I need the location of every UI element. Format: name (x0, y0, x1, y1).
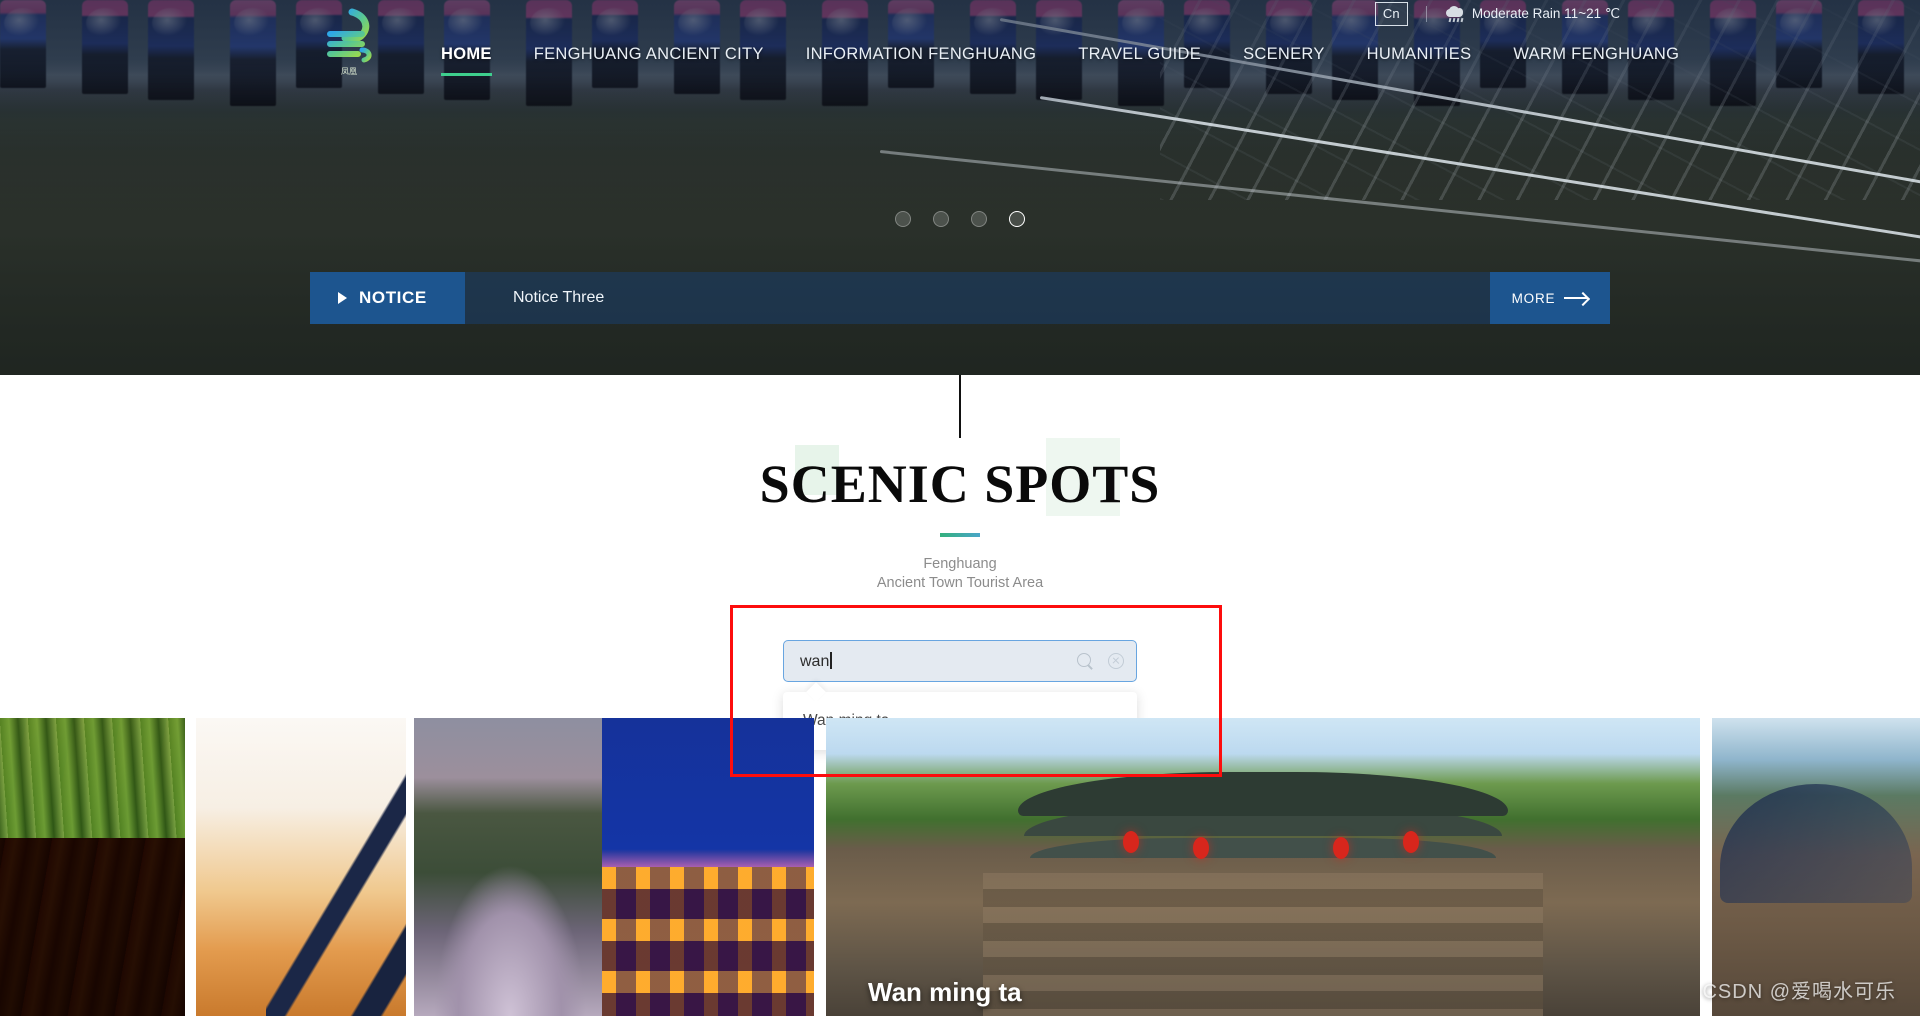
site-logo[interactable]: 凤凰 (312, 6, 386, 80)
subtitle-line-1: Fenghuang (923, 556, 997, 572)
carousel-dot-2[interactable] (933, 211, 949, 227)
cloud-rain-icon (1445, 6, 1465, 23)
carousel-dots (0, 211, 1920, 227)
main-navigation: 凤凰 HOME FENGHUANG ANCIENT CITY INFORMATION… (0, 8, 1920, 80)
nav-item-home[interactable]: HOME (420, 28, 513, 80)
text-caret (830, 651, 832, 669)
title-underline-rule (940, 533, 980, 537)
gallery-thumb-rainbow-bridge[interactable] (414, 718, 606, 1016)
scenic-title-wrap: SCENIC SPOTS Fenghuang Ancient Town Tour… (0, 438, 1920, 593)
nav-item-fenghuang-ancient-city[interactable]: FENGHUANG ANCIENT CITY (513, 28, 785, 80)
red-chili-peppers-image (0, 718, 185, 1016)
play-triangle-icon (338, 292, 347, 304)
watermark-text: CSDN @爱喝水可乐 (1702, 981, 1896, 1003)
subtitle-line-2: Ancient Town Tourist Area (876, 575, 1044, 591)
gallery-thumb-night-hotel-facade[interactable] (602, 718, 814, 1016)
svg-text:凤凰: 凤凰 (341, 67, 357, 76)
feature-caption: Wan ming ta (868, 977, 1022, 1007)
gallery-thumb-red-chili-peppers[interactable] (0, 718, 185, 1016)
gallery-feature-wan-ming-ta[interactable]: Wan ming ta (826, 718, 1700, 1016)
top-utility-bar: Cn Moderate Rain 11~21 ℃ (0, 0, 1920, 28)
rainbow-bridge-image (414, 718, 606, 1016)
gallery-thumb-ancient-street[interactable] (1712, 718, 1920, 1016)
lantern-icon (1193, 837, 1210, 860)
tower-wall-shape (983, 872, 1543, 1016)
nav-item-travel-guide[interactable]: TRAVEL GUIDE (1057, 28, 1222, 80)
nav-item-humanities[interactable]: HUMANITIES (1346, 28, 1493, 80)
wan-ming-ta-tower-image (826, 718, 1700, 1016)
arrow-right-icon (1564, 297, 1589, 299)
notice-more-label: MORE (1511, 290, 1556, 306)
nav-item-scenery[interactable]: SCENERY (1222, 28, 1346, 80)
notice-label-text: NOTICE (359, 288, 427, 307)
topbar-divider (1425, 6, 1427, 22)
lantern-icon (1332, 837, 1349, 860)
lantern-icon (1402, 831, 1419, 854)
weather-widget: Moderate Rain 11~21 ℃ (1445, 6, 1620, 23)
nav-item-information-fenghuang[interactable]: INFORMATION FENGHUANG (785, 28, 1058, 80)
gallery-thumb-pagoda-at-dawn[interactable] (196, 718, 406, 1016)
pagoda-at-dawn-image (196, 718, 406, 1016)
search-input-icons (1077, 652, 1124, 670)
search-input-value: wan (800, 652, 830, 670)
tower-roof-shape (1018, 771, 1508, 817)
nav-item-list: HOME FENGHUANG ANCIENT CITY INFORMATION FE… (420, 28, 1700, 80)
clear-circle-icon[interactable] (1108, 653, 1124, 669)
ancient-street-image (1712, 718, 1920, 1016)
scenic-gallery-strip: Wan ming ta CSDN @爱喝水可乐 (0, 718, 1920, 1016)
section-divider-line (959, 375, 961, 438)
weather-text: Moderate Rain 11~21 ℃ (1471, 6, 1620, 21)
lantern-icon (1123, 831, 1140, 854)
page-title: SCENIC SPOTS (759, 454, 1161, 514)
search-input-wrapper[interactable]: wan (783, 640, 1137, 682)
notice-label-block: NOTICE (310, 272, 465, 324)
search-input[interactable]: wan (800, 651, 832, 671)
nav-item-warm-fenghuang[interactable]: WARM FENGHUANG (1492, 28, 1700, 80)
carousel-dot-1[interactable] (895, 211, 911, 227)
notice-bar: NOTICE Notice Three MORE (310, 272, 1610, 324)
carousel-dot-4[interactable] (1009, 211, 1025, 227)
notice-current-item[interactable]: Notice Three (465, 272, 1490, 324)
page-root: Cn Moderate Rain 11~21 ℃ 凤凰 HOME FENGHUA… (0, 0, 1920, 1016)
night-hotel-facade-image (602, 718, 814, 1016)
carousel-dot-3[interactable] (971, 211, 987, 227)
language-switch-button[interactable]: Cn (1374, 2, 1408, 26)
magnifier-icon[interactable] (1077, 652, 1094, 670)
notice-more-button[interactable]: MORE (1490, 272, 1610, 324)
scenic-subtitle: Fenghuang Ancient Town Tourist Area (0, 555, 1920, 593)
